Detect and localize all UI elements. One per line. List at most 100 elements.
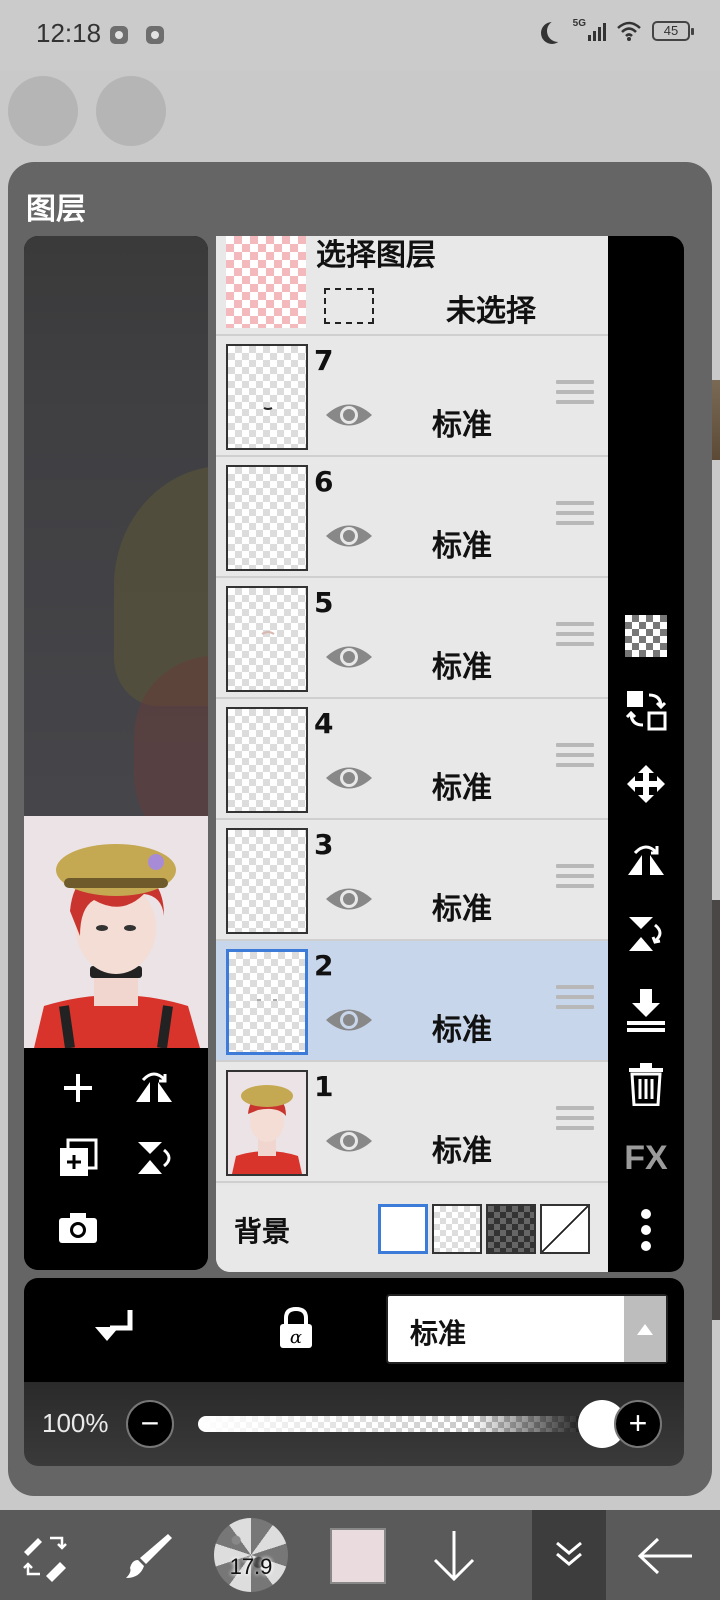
current-color-swatch[interactable] xyxy=(330,1528,386,1584)
transparency-button[interactable] xyxy=(620,610,672,662)
flip-horizontal-icon xyxy=(628,845,664,875)
double-chevron-down-icon xyxy=(556,1541,582,1566)
layer-number: 6 xyxy=(314,465,334,498)
visibility-eye-icon[interactable] xyxy=(324,642,374,672)
delete-layer-button[interactable] xyxy=(620,1058,672,1110)
layer-tools-toolbar: FX xyxy=(608,236,684,1272)
visibility-eye-icon[interactable] xyxy=(324,1126,374,1156)
background-white-swatch[interactable] xyxy=(378,1204,428,1254)
layer-blend-mode: 标准 xyxy=(432,1013,492,1048)
layer-panel-toggle[interactable] xyxy=(532,1510,606,1600)
drag-handle-icon[interactable] xyxy=(556,501,594,531)
drag-handle-icon[interactable] xyxy=(556,864,594,894)
checkerboard-icon xyxy=(625,615,667,657)
wifi-icon xyxy=(617,21,641,41)
swap-layer-button[interactable] xyxy=(620,684,672,736)
layer-blend-mode: 标准 xyxy=(432,650,492,685)
visibility-eye-icon[interactable] xyxy=(324,1005,374,1035)
fx-button[interactable]: FX xyxy=(620,1132,672,1184)
visibility-eye-icon[interactable] xyxy=(324,521,374,551)
layer-thumbnail xyxy=(226,586,308,692)
layer-list: 选择图层 未选择 7 标准 6 标准 5 标准 4 标准 3 标准 2 标准 1… xyxy=(216,236,608,1272)
layer-blend-mode: 标准 xyxy=(432,892,492,927)
svg-text:α: α xyxy=(290,1327,302,1348)
flip-horizontal-button[interactable] xyxy=(130,1064,178,1112)
opacity-increase-button[interactable]: + xyxy=(614,1400,662,1448)
flip-vertical-icon xyxy=(629,917,662,951)
flip-horizontal-button[interactable] xyxy=(620,834,672,886)
drag-handle-icon[interactable] xyxy=(556,380,594,410)
layer-thumbnail xyxy=(226,344,308,450)
blend-mode-select[interactable]: 标准 xyxy=(386,1294,668,1364)
flip-vertical-button[interactable] xyxy=(130,1134,178,1182)
layer-row-3[interactable]: 3 标准 xyxy=(216,820,608,941)
trash-icon xyxy=(629,1063,663,1106)
drag-handle-icon[interactable] xyxy=(556,743,594,773)
layer-row-2[interactable]: 2 标准 xyxy=(216,941,608,1062)
duplicate-layer-button[interactable] xyxy=(54,1134,102,1182)
swap-icon xyxy=(625,691,667,731)
selection-layer-thumbnail xyxy=(226,236,306,328)
plus-icon xyxy=(64,1074,92,1102)
opacity-decrease-button[interactable]: − xyxy=(126,1400,174,1448)
clipping-button[interactable] xyxy=(90,1304,138,1352)
layer-row-4[interactable]: 4 标准 xyxy=(216,699,608,820)
lock-icon: α xyxy=(280,1306,312,1348)
background-none-swatch[interactable] xyxy=(540,1204,590,1254)
character-thumbnail xyxy=(24,816,208,1048)
brush-icon xyxy=(126,1534,172,1578)
visibility-eye-icon[interactable] xyxy=(324,763,374,793)
layer-blend-mode: 标准 xyxy=(432,529,492,564)
navigator-thumbnail[interactable] xyxy=(24,816,208,1048)
canvas-tool-button[interactable] xyxy=(8,76,78,146)
more-vertical-icon xyxy=(641,1209,651,1251)
back-button[interactable] xyxy=(630,1520,702,1592)
background-transparent-light-swatch[interactable] xyxy=(432,1204,482,1254)
arrow-left-icon xyxy=(637,1537,692,1575)
layer-properties-bar: α 标准 xyxy=(24,1278,684,1382)
clipping-arrow-icon xyxy=(95,1310,133,1341)
layer-row-5[interactable]: 5 标准 xyxy=(216,578,608,699)
layer-panel: 图层 选择图层 未选择 7 标准 6 标准 5 标准 4 标准 3 标准 2 标… xyxy=(8,162,712,1496)
visibility-eye-icon[interactable] xyxy=(324,400,374,430)
alpha-lock-button[interactable]: α xyxy=(272,1304,320,1352)
selection-layer-row[interactable]: 选择图层 未选择 xyxy=(216,236,608,336)
canvas-down-button[interactable] xyxy=(418,1520,490,1592)
import-photo-button[interactable] xyxy=(54,1204,102,1252)
camera-icon xyxy=(59,1213,97,1243)
blend-mode-value: 标准 xyxy=(410,1317,467,1350)
tool-switch-button[interactable] xyxy=(10,1520,82,1592)
canvas-tool-button[interactable] xyxy=(96,76,166,146)
more-options-button[interactable] xyxy=(620,1204,672,1256)
layer-thumbnail xyxy=(226,828,308,934)
layer-row-7[interactable]: 7 标准 xyxy=(216,336,608,457)
caret-up-icon xyxy=(624,1296,666,1362)
canvas-preview xyxy=(24,236,208,1270)
layer-row-1[interactable]: 1 标准 xyxy=(216,1062,608,1183)
drag-handle-icon[interactable] xyxy=(556,1106,594,1136)
flip-vertical-button[interactable] xyxy=(620,908,672,960)
drag-handle-icon[interactable] xyxy=(556,985,594,1015)
add-layer-button[interactable] xyxy=(54,1064,102,1112)
canvas-view[interactable] xyxy=(24,236,208,856)
selection-marquee-icon xyxy=(324,288,374,324)
layer-row-6[interactable]: 6 标准 xyxy=(216,457,608,578)
move-layer-button[interactable] xyxy=(620,758,672,810)
notification-app-icon xyxy=(110,26,128,44)
background-label: 背景 xyxy=(234,1215,291,1248)
brush-size-button[interactable]: 17.9 xyxy=(214,1518,288,1592)
selection-layer-title: 选择图层 xyxy=(316,238,436,273)
move-arrows-icon xyxy=(627,765,665,803)
battery-indicator: 45 xyxy=(652,21,694,41)
brush-tool-button[interactable] xyxy=(112,1520,184,1592)
layer-number: 4 xyxy=(314,707,334,740)
layer-thumbnail xyxy=(226,707,308,813)
background-transparent-dark-swatch[interactable] xyxy=(486,1204,536,1254)
drag-handle-icon[interactable] xyxy=(556,622,594,652)
merge-down-button[interactable] xyxy=(620,984,672,1036)
visibility-eye-icon[interactable] xyxy=(324,884,374,914)
layer-blend-mode: 标准 xyxy=(432,408,492,443)
opacity-slider[interactable] xyxy=(198,1416,590,1432)
status-indicators: 5G 45 xyxy=(541,18,694,42)
layer-thumbnail xyxy=(226,465,308,571)
